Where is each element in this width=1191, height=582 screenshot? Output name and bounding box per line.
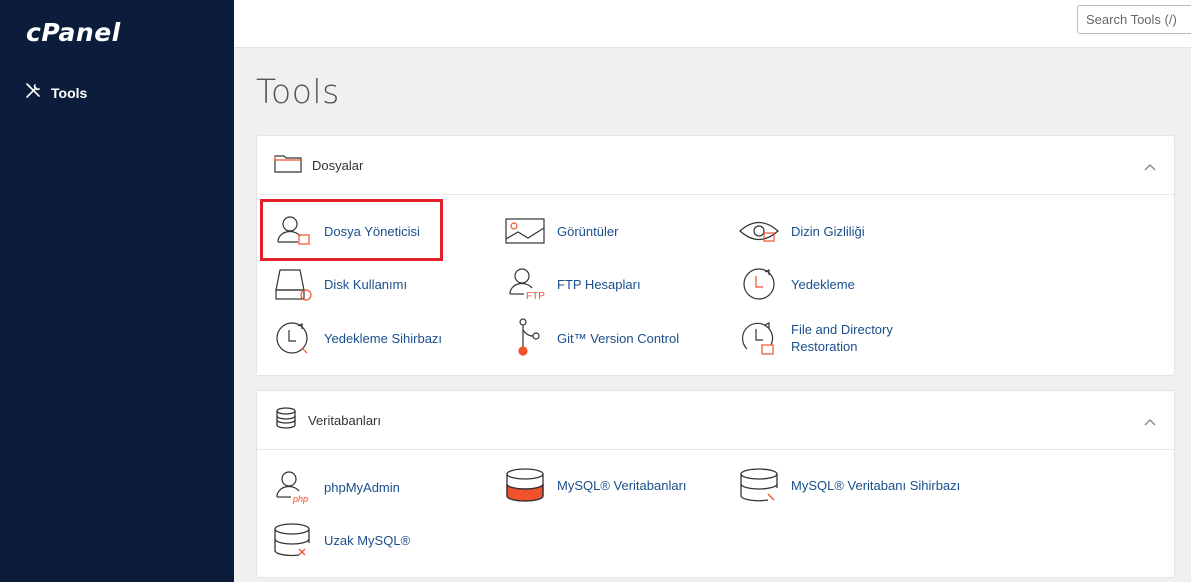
tool-mysql-wizard[interactable]: MySQL® Veritabanı Sihirbazı bbox=[737, 467, 960, 503]
section-title: Dosyalar bbox=[312, 157, 364, 173]
tool-label: Git™ Version Control bbox=[557, 330, 680, 346]
tool-images[interactable]: Görüntüler bbox=[503, 213, 618, 249]
highlight-box bbox=[260, 199, 443, 261]
tool-label: phpMyAdmin bbox=[324, 479, 400, 495]
file-restoration-icon bbox=[737, 320, 781, 356]
backup-icon bbox=[737, 266, 781, 302]
page-title: Tools bbox=[256, 72, 340, 111]
tool-phpmyadmin[interactable]: php phpMyAdmin bbox=[270, 469, 400, 505]
database-icon bbox=[274, 406, 298, 434]
mysql-databases-icon bbox=[503, 467, 547, 503]
ftp-accounts-icon: FTP bbox=[503, 266, 547, 302]
tool-label: Yedekleme Sihirbazı bbox=[324, 330, 443, 346]
tool-label: MySQL® Veritabanı Sihirbazı bbox=[791, 477, 961, 493]
tool-label-line2: Restoration bbox=[791, 339, 858, 354]
cpanel-logo[interactable]: cPanel bbox=[26, 18, 121, 47]
images-icon bbox=[503, 213, 547, 249]
remote-mysql-icon bbox=[270, 522, 314, 558]
tool-file-restoration[interactable]: File and Directory Restoration bbox=[737, 320, 893, 356]
search-input[interactable]: Search Tools (/) bbox=[1077, 5, 1191, 34]
tool-label: Uzak MySQL® bbox=[324, 532, 411, 548]
tool-label: FTP Hesapları bbox=[557, 276, 641, 292]
git-icon bbox=[503, 318, 547, 356]
tool-backup-wizard[interactable]: Yedekleme Sihirbazı bbox=[270, 320, 442, 356]
tool-label: MySQL® Veritabanları bbox=[557, 477, 687, 493]
tool-directory-privacy[interactable]: Dizin Gizliliği bbox=[737, 213, 865, 249]
tool-remote-mysql[interactable]: Uzak MySQL® bbox=[270, 522, 410, 558]
svg-text:php: php bbox=[292, 494, 308, 504]
tools-icon bbox=[24, 82, 42, 103]
sidebar-item-label: Tools bbox=[51, 84, 88, 101]
tool-ftp-accounts[interactable]: FTP FTP Hesapları bbox=[503, 266, 641, 302]
tool-label: File and Directory Restoration bbox=[791, 321, 893, 355]
tool-backup[interactable]: Yedekleme bbox=[737, 266, 855, 302]
mysql-wizard-icon bbox=[737, 467, 781, 503]
tool-git-version-control[interactable]: Git™ Version Control bbox=[503, 318, 680, 356]
tool-mysql-databases[interactable]: MySQL® Veritabanları bbox=[503, 467, 687, 503]
svg-text:FTP: FTP bbox=[526, 291, 545, 302]
chevron-up-icon[interactable] bbox=[1144, 413, 1156, 431]
top-bar bbox=[234, 0, 1191, 48]
directory-privacy-icon bbox=[737, 213, 781, 249]
disk-usage-icon bbox=[270, 266, 314, 302]
section-title: Veritabanları bbox=[308, 412, 381, 428]
backup-wizard-icon bbox=[270, 320, 314, 356]
tool-label: Disk Kullanımı bbox=[324, 276, 408, 292]
tool-label-line1: File and Directory bbox=[791, 322, 893, 337]
section-files-header[interactable]: Dosyalar bbox=[257, 136, 1174, 195]
tool-label: Dizin Gizliliği bbox=[791, 223, 865, 239]
folder-icon bbox=[274, 153, 302, 178]
tool-disk-usage[interactable]: Disk Kullanımı bbox=[270, 266, 407, 302]
tool-label: Yedekleme bbox=[791, 276, 855, 292]
sidebar: cPanel Tools bbox=[0, 0, 234, 582]
tool-label: Görüntüler bbox=[557, 223, 619, 239]
chevron-up-icon[interactable] bbox=[1144, 158, 1156, 176]
sidebar-item-tools[interactable]: Tools bbox=[24, 82, 87, 103]
section-databases-header[interactable]: Veritabanları bbox=[257, 391, 1174, 450]
phpmyadmin-icon: php bbox=[270, 469, 314, 505]
